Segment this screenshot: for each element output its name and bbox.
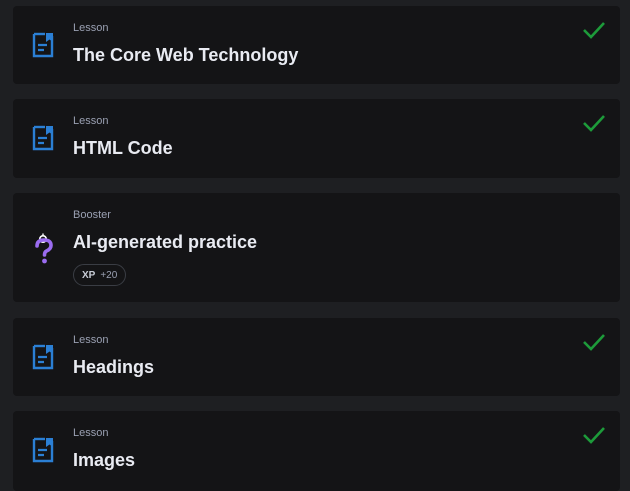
item-type-label: Lesson [73, 115, 109, 127]
item-type-label: Lesson [73, 22, 109, 34]
lesson-title: Headings [73, 357, 155, 377]
lesson-document-icon [32, 32, 54, 58]
lesson-document-icon [32, 125, 54, 151]
lesson-document-icon [32, 437, 54, 463]
lesson-card[interactable]: Lesson HTML Code [13, 99, 620, 178]
lesson-title: The Core Web Technology [73, 45, 299, 65]
item-type-label: Lesson [73, 334, 109, 346]
completed-check-icon [583, 334, 605, 351]
item-type-label: Lesson [73, 427, 109, 439]
completed-check-icon [583, 427, 605, 444]
booster-card[interactable]: Booster AI-generated practice XP +20 [13, 193, 620, 302]
lesson-document-icon [32, 344, 54, 370]
lesson-title: Images [73, 450, 136, 470]
question-mark-icon [35, 233, 53, 264]
xp-amount: +20 [100, 269, 118, 281]
item-type-label: Booster [73, 209, 111, 221]
xp-label: XP [82, 269, 96, 281]
xp-reward-badge: XP +20 [73, 264, 127, 286]
lesson-card[interactable]: Lesson The Core Web Technology [13, 6, 620, 84]
lesson-card[interactable]: Lesson Images [13, 411, 620, 491]
completed-check-icon [583, 115, 605, 132]
booster-title: AI-generated practice [73, 232, 258, 252]
lesson-title: HTML Code [73, 138, 173, 158]
completed-check-icon [583, 22, 605, 39]
lesson-card[interactable]: Lesson Headings [13, 318, 620, 396]
